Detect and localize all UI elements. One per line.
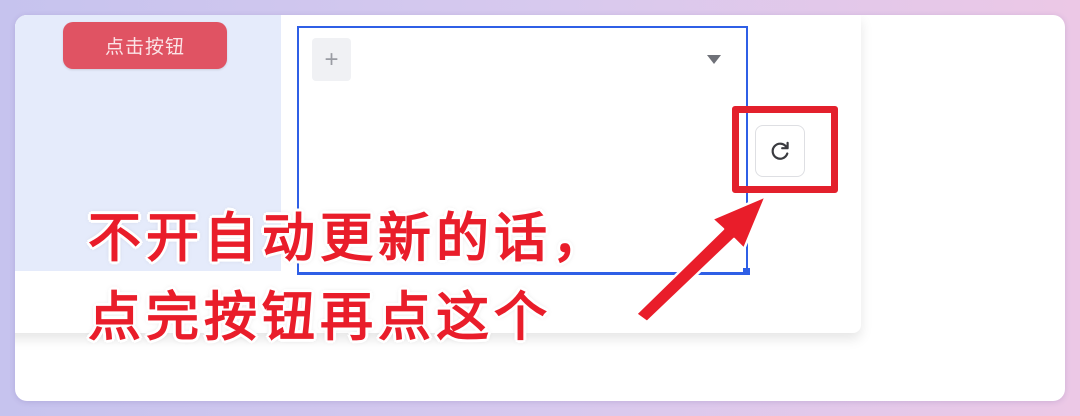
caret-down-icon[interactable] xyxy=(707,55,721,64)
click-action-button[interactable]: 点击按钮 xyxy=(63,22,227,69)
refresh-highlight-box xyxy=(732,106,838,193)
annotation-line-1: 不开自动更新的话， xyxy=(88,208,610,269)
resize-handle[interactable] xyxy=(743,268,750,275)
add-button[interactable]: + xyxy=(312,38,351,81)
annotation-line-2: 点完按钮再点这个 xyxy=(88,287,552,348)
